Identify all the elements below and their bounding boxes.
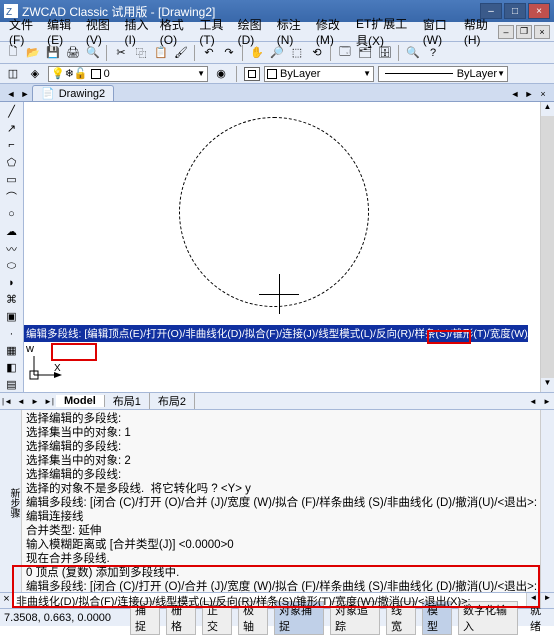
insert-icon[interactable]: ⌘ <box>3 292 21 307</box>
properties-toolbar: ◫ ◈ 💡 ❄ 🔓 0 ▼ ◉ ByLayer ▼ ByLayer ▼ <box>0 64 554 84</box>
work-area: ╱ ↗ ⌐ ⬠ ▭ ⌒ ○ ☁ 〰 ⬭ ◗ ⌘ ▣ · ▦ ◧ ▤ YX 编辑多… <box>0 102 554 392</box>
layer-tool-icon[interactable]: ◫ <box>4 65 22 83</box>
layer-0: 0 <box>104 68 110 80</box>
layer-color-swatch <box>91 69 101 79</box>
doc-restore[interactable]: ❐ <box>516 25 532 39</box>
highlight-box-input <box>51 343 97 361</box>
cmd-scroll-left-icon[interactable]: ◄ <box>526 593 540 608</box>
layout-first-icon[interactable]: |◄ <box>0 397 14 406</box>
close-button[interactable]: × <box>528 3 550 19</box>
chevron-down-icon: ▼ <box>363 69 371 78</box>
cut-icon[interactable]: ✂ <box>112 44 130 62</box>
search-icon[interactable]: 🔍 <box>404 44 422 62</box>
doc-icon: 📄 <box>41 87 55 100</box>
draw-toolbar: ╱ ↗ ⌐ ⬠ ▭ ⌒ ○ ☁ 〰 ⬭ ◗ ⌘ ▣ · ▦ ◧ ▤ <box>0 102 24 392</box>
circle-icon[interactable]: ○ <box>3 207 21 222</box>
pan-icon[interactable]: ✋ <box>248 44 266 62</box>
command-input-row: × 非曲线化(D)/拟合(F)/连接(J)/线型模式(L)/反向(R)/样条(S… <box>0 592 554 608</box>
layout-next-icon[interactable]: ► <box>28 397 42 406</box>
open-icon[interactable]: 📂 <box>24 44 42 62</box>
props-icon[interactable]: 🗔 <box>336 44 354 62</box>
color-combo[interactable] <box>244 67 260 81</box>
vertical-scrollbar[interactable]: ▲ ▼ <box>540 102 554 392</box>
point-icon[interactable]: · <box>3 326 21 341</box>
revcloud-icon[interactable]: ☁ <box>3 224 21 239</box>
make-current-icon[interactable]: ◉ <box>212 65 230 83</box>
ellipsearc-icon[interactable]: ◗ <box>3 276 21 291</box>
bulb-icon: 💡 <box>51 67 65 80</box>
doc-minimize[interactable]: – <box>498 25 514 39</box>
tab-prev-icon[interactable]: ◄ <box>4 87 18 101</box>
cmd-scroll-right-icon[interactable]: ► <box>540 593 554 608</box>
cmd-close-icon[interactable]: × <box>0 593 14 608</box>
freeze-icon: ❄ <box>65 67 74 80</box>
doc-close[interactable]: × <box>534 25 550 39</box>
help-icon[interactable]: ? <box>424 44 442 62</box>
copy-icon[interactable]: ⿻ <box>132 44 150 62</box>
zoom-rt-icon[interactable]: 🔎 <box>268 44 286 62</box>
hscroll-left-icon[interactable]: ◄ <box>526 397 540 406</box>
tab-next-icon[interactable]: ► <box>18 87 32 101</box>
preview-icon[interactable]: 🔍 <box>84 44 102 62</box>
command-history: 新步骤 选择编辑的多段线: 选择集当中的对象: 1 选择编辑的多段线: 选择集当… <box>0 409 554 592</box>
tabrow-right-icon[interactable]: ► <box>522 87 536 101</box>
zoom-win-icon[interactable]: ⬚ <box>288 44 306 62</box>
spline-icon[interactable]: 〰 <box>3 241 21 257</box>
region-icon[interactable]: ◧ <box>3 360 21 375</box>
save-icon[interactable]: 💾 <box>44 44 62 62</box>
tabrow-left-icon[interactable]: ◄ <box>508 87 522 101</box>
history-scrollbar[interactable] <box>540 410 554 592</box>
menu-help[interactable]: 帮助(H) <box>459 14 498 49</box>
layout-last-icon[interactable]: ►| <box>42 397 56 406</box>
svg-text:X: X <box>54 363 61 374</box>
zoom-prev-icon[interactable]: ⟲ <box>308 44 326 62</box>
tab-layout2[interactable]: 布局2 <box>150 393 195 409</box>
toolpalette-icon[interactable]: 🗄 <box>376 44 394 62</box>
document-tabs: ◄ ► 📄 Drawing2 ◄ ► × <box>0 84 554 102</box>
layout-prev-icon[interactable]: ◄ <box>14 397 28 406</box>
rectangle-icon[interactable]: ▭ <box>3 172 21 187</box>
linetype-select[interactable]: ByLayer ▼ <box>378 66 508 82</box>
line-icon[interactable]: ╱ <box>3 104 21 119</box>
lock-icon: 🔓 <box>74 67 88 80</box>
chevron-down-icon: ▼ <box>197 69 205 78</box>
layer-states-icon[interactable]: ◈ <box>26 65 44 83</box>
ellipse-icon[interactable]: ⬭ <box>3 259 21 274</box>
tabrow-close-icon[interactable]: × <box>536 87 550 101</box>
hscroll-right-icon[interactable]: ► <box>540 397 554 406</box>
redo-icon[interactable]: ↷ <box>220 44 238 62</box>
chevron-down-icon: ▼ <box>497 69 505 78</box>
doc-tab-drawing2[interactable]: 📄 Drawing2 <box>32 85 114 101</box>
command-input[interactable]: 非曲线化(D)/拟合(F)/连接(J)/线型模式(L)/反向(R)/样条(S)/… <box>14 593 526 608</box>
history-lines[interactable]: 选择编辑的多段线: 选择集当中的对象: 1 选择编辑的多段线: 选择集当中的对象… <box>22 410 540 592</box>
maximize-button[interactable]: □ <box>504 3 526 19</box>
color-select[interactable]: ByLayer ▼ <box>264 66 374 82</box>
arc-icon[interactable]: ⌒ <box>3 189 21 205</box>
polygon-icon[interactable]: ⬠ <box>3 155 21 170</box>
circle-entity <box>179 117 369 307</box>
highlight-box-width <box>427 330 471 344</box>
hatch-icon[interactable]: ▦ <box>3 343 21 358</box>
new-icon[interactable]: 🗋 <box>4 44 22 62</box>
pline-icon[interactable]: ⌐ <box>3 138 21 153</box>
print-icon[interactable]: 🖨 <box>64 44 82 62</box>
xline-icon[interactable]: ↗ <box>3 121 21 136</box>
drawing-canvas[interactable]: YX 编辑多段线: [编辑顶点(E)/打开(O)/非曲线化(D)/拟合(F)/连… <box>24 102 540 392</box>
table-icon[interactable]: ▤ <box>3 377 21 392</box>
layout-tabs: |◄ ◄ ► ►| Model 布局1 布局2 ◄ ► <box>0 392 554 409</box>
history-label: 新步骤 <box>0 410 22 592</box>
tab-layout1[interactable]: 布局1 <box>105 393 150 409</box>
menu-bar: 文件(F) 编辑(E) 视图(V) 插入(I) 格式(O) 工具(T) 绘图(D… <box>0 22 554 42</box>
designcenter-icon[interactable]: 🗂 <box>356 44 374 62</box>
tab-model[interactable]: Model <box>56 395 105 407</box>
undo-icon[interactable]: ↶ <box>200 44 218 62</box>
block-icon[interactable]: ▣ <box>3 309 21 324</box>
layer-combo[interactable]: 💡 ❄ 🔓 0 ▼ <box>48 66 208 82</box>
match-icon[interactable]: 🖌 <box>172 44 190 62</box>
paste-icon[interactable]: 📋 <box>152 44 170 62</box>
coordinates: 7.3508, 0.663, 0.0000 <box>4 612 124 624</box>
status-bar: 7.3508, 0.663, 0.0000 捕捉 栅格 正交 极轴 对象捕捉 对… <box>0 608 554 626</box>
